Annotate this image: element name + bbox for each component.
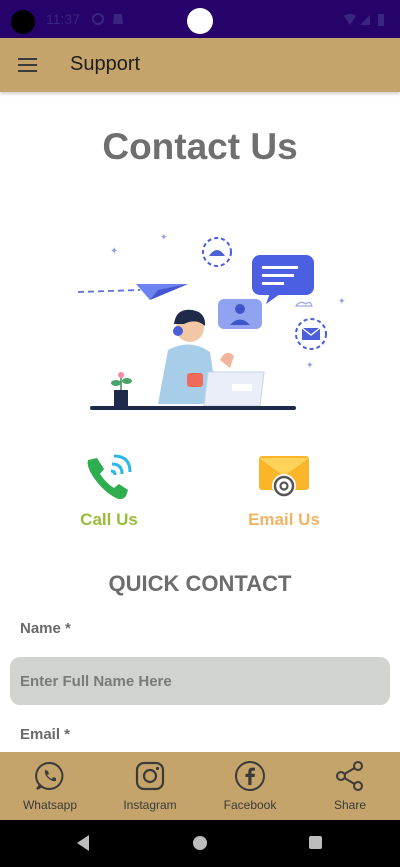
screen: 11:37 Support Contact Us ✦ ✦ ✦ ✦ Call Us… xyxy=(0,0,400,867)
support-agent-illustration: ✦ ✦ ✦ ✦ xyxy=(77,233,346,410)
app-title: Support xyxy=(70,53,141,75)
back-icon[interactable] xyxy=(75,834,91,852)
email-us-button[interactable]: Email Us xyxy=(219,450,349,530)
call-us-button[interactable]: Call Us xyxy=(44,450,174,530)
camera-pill xyxy=(187,8,213,34)
phone-call-icon xyxy=(87,454,132,500)
nav-facebook[interactable]: Facebook xyxy=(200,752,300,820)
nav-share[interactable]: Share xyxy=(300,752,400,820)
system-status-icons xyxy=(344,14,384,26)
nav-whatsapp-label: Whatsapp xyxy=(22,798,78,812)
quick-contact-title: QUICK CONTACT xyxy=(108,571,292,596)
name-input[interactable] xyxy=(10,657,390,705)
share-icon xyxy=(336,761,363,791)
status-bar: 11:37 xyxy=(0,0,400,38)
nav-share-label: Share xyxy=(333,798,367,812)
nav-instagram-label: Instagram xyxy=(123,798,177,812)
whatsapp-icon xyxy=(35,761,64,790)
notification-icons xyxy=(92,13,123,25)
nav-facebook-label: Facebook xyxy=(223,798,277,812)
nav-instagram[interactable]: Instagram xyxy=(100,752,200,820)
app-bar: Support xyxy=(0,38,400,92)
call-us-label: Call Us xyxy=(80,510,138,529)
svg-text:✦: ✦ xyxy=(160,233,168,243)
instagram-icon xyxy=(135,761,165,791)
svg-text:✦: ✦ xyxy=(306,361,314,371)
system-nav-bar xyxy=(0,820,400,867)
home-icon[interactable] xyxy=(193,836,207,850)
nav-whatsapp[interactable]: Whatsapp xyxy=(0,752,100,820)
recent-apps-icon[interactable] xyxy=(309,836,322,849)
email-us-label: Email Us xyxy=(248,510,320,529)
svg-text:✦: ✦ xyxy=(110,246,118,257)
menu-icon[interactable] xyxy=(10,48,44,82)
facebook-icon xyxy=(235,761,265,791)
name-field-label: Name * xyxy=(20,620,71,637)
email-field-label: Email * xyxy=(20,726,71,743)
bottom-nav: Whatsapp Instagram Facebook Share xyxy=(0,752,400,820)
status-time: 11:37 xyxy=(46,11,80,27)
envelope-at-icon xyxy=(259,456,309,498)
page-heading: Contact Us xyxy=(102,126,298,167)
svg-text:✦: ✦ xyxy=(338,297,346,307)
camera-hole xyxy=(11,10,35,34)
